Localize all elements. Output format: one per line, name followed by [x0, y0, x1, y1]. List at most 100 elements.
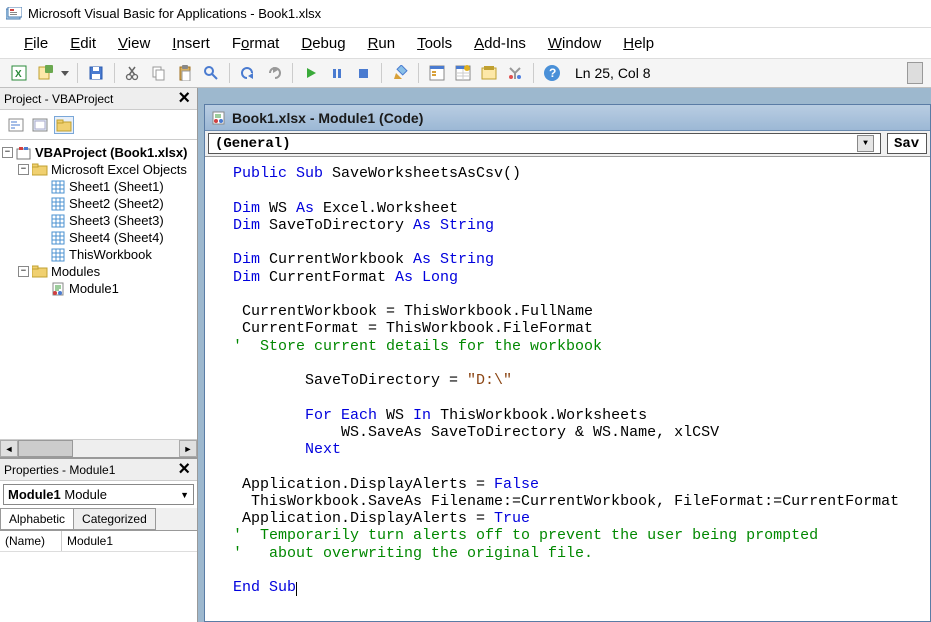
expander-icon[interactable]: −	[2, 147, 13, 158]
break-icon[interactable]	[326, 62, 348, 84]
reset-icon[interactable]	[352, 62, 374, 84]
main-toolbar: X ? Ln 25, Col 8	[0, 58, 931, 88]
design-mode-icon[interactable]	[389, 62, 411, 84]
workbook-icon	[50, 248, 66, 262]
workspace: Project - VBAProject × − VBAProject (Boo…	[0, 88, 931, 622]
menu-help[interactable]: Help	[613, 31, 664, 56]
tree-root[interactable]: − VBAProject (Book1.xlsx)	[0, 144, 197, 161]
view-object-icon[interactable]	[30, 116, 50, 134]
excel-icon[interactable]: X	[8, 62, 30, 84]
dropdown-arrow-icon[interactable]	[60, 62, 70, 84]
property-value[interactable]: Module1	[62, 531, 118, 551]
view-code-icon[interactable]	[6, 116, 26, 134]
scroll-thumb[interactable]	[18, 440, 73, 457]
properties-panel: Properties - Module1 × Module1 Module ▼ …	[0, 457, 197, 622]
properties-window-icon[interactable]	[452, 62, 474, 84]
project-panel-header: Project - VBAProject ×	[0, 88, 197, 110]
menu-format[interactable]: Format	[222, 31, 290, 56]
dropdown-arrow-icon[interactable]: ▼	[180, 490, 189, 500]
close-properties-panel-icon[interactable]: ×	[175, 458, 193, 481]
tree-sheet-label: Sheet3 (Sheet3)	[69, 213, 164, 228]
run-icon[interactable]	[300, 62, 322, 84]
code-editor[interactable]: Public Sub SaveWorksheetsAsCsv() Dim WS …	[205, 157, 930, 621]
sheet-icon	[50, 180, 66, 194]
project-hscrollbar[interactable]: ◄ ►	[0, 439, 197, 457]
insert-module-icon[interactable]	[34, 62, 56, 84]
tree-excel-objects[interactable]: − Microsoft Excel Objects	[0, 161, 197, 178]
properties-tabs: Alphabetic Categorized	[0, 508, 197, 530]
svg-text:X: X	[15, 69, 22, 80]
code-window-title: Book1.xlsx - Module1 (Code)	[232, 110, 423, 126]
tree-root-label: VBAProject (Book1.xlsx)	[35, 145, 187, 160]
tree-sheet-label: Sheet4 (Sheet4)	[69, 230, 164, 245]
window-title: Microsoft Visual Basic for Applications …	[28, 6, 321, 21]
tree-sheet[interactable]: Sheet2 (Sheet2)	[0, 195, 197, 212]
separator	[229, 63, 230, 83]
menu-insert[interactable]: Insert	[162, 31, 220, 56]
menu-file[interactable]: File	[14, 31, 58, 56]
code-window-titlebar[interactable]: Book1.xlsx - Module1 (Code)	[205, 105, 930, 131]
separator	[292, 63, 293, 83]
undo-icon[interactable]	[237, 62, 259, 84]
tree-sheet[interactable]: Sheet1 (Sheet1)	[0, 178, 197, 195]
properties-grid: (Name) Module1	[0, 530, 197, 622]
find-icon[interactable]	[200, 62, 222, 84]
tree-thisworkbook[interactable]: ThisWorkbook	[0, 246, 197, 263]
tree-module[interactable]: Module1	[0, 280, 197, 297]
project-panel-title: Project - VBAProject	[4, 92, 113, 106]
object-dropdown[interactable]: (General) ▼	[208, 133, 881, 154]
procedure-dropdown-value: Sav	[894, 136, 919, 152]
scroll-left-icon[interactable]: ◄	[0, 440, 18, 457]
project-toolbar	[0, 110, 197, 140]
tab-categorized[interactable]: Categorized	[73, 508, 156, 530]
property-row[interactable]: (Name) Module1	[0, 531, 197, 552]
module-icon	[50, 282, 66, 296]
toolbar-overflow[interactable]	[907, 62, 923, 84]
properties-panel-title: Properties - Module1	[4, 463, 115, 477]
save-icon[interactable]	[85, 62, 107, 84]
expander-icon[interactable]: −	[18, 164, 29, 175]
module-icon	[211, 111, 227, 125]
toggle-folders-icon[interactable]	[54, 116, 74, 134]
properties-object-name: Module1	[8, 487, 61, 502]
scroll-track[interactable]	[18, 440, 179, 457]
menu-edit[interactable]: Edit	[60, 31, 106, 56]
procedure-dropdown[interactable]: Sav	[887, 133, 927, 154]
properties-object-selector[interactable]: Module1 Module ▼	[0, 481, 197, 508]
tree-modules-folder[interactable]: − Modules	[0, 263, 197, 280]
vba-app-icon	[6, 7, 22, 21]
tab-alphabetic[interactable]: Alphabetic	[0, 508, 74, 530]
object-browser-icon[interactable]	[478, 62, 500, 84]
menu-debug[interactable]: Debug	[291, 31, 355, 56]
close-project-panel-icon[interactable]: ×	[175, 87, 193, 110]
help-icon[interactable]: ?	[541, 62, 563, 84]
tree-sheet[interactable]: Sheet4 (Sheet4)	[0, 229, 197, 246]
toolbox-icon[interactable]	[504, 62, 526, 84]
folder-icon	[32, 163, 48, 177]
dropdown-arrow-icon[interactable]: ▼	[857, 135, 874, 152]
paste-icon[interactable]	[174, 62, 196, 84]
cut-icon[interactable]	[122, 62, 144, 84]
project-tree: − VBAProject (Book1.xlsx) − Microsoft Ex…	[0, 140, 197, 439]
menu-addins[interactable]: Add-Ins	[464, 31, 536, 56]
window-titlebar: Microsoft Visual Basic for Applications …	[0, 0, 931, 28]
expander-icon[interactable]: −	[18, 266, 29, 277]
scroll-right-icon[interactable]: ►	[179, 440, 197, 457]
project-explorer-icon[interactable]	[426, 62, 448, 84]
code-window: Book1.xlsx - Module1 (Code) (General) ▼ …	[204, 104, 931, 622]
menubar: File Edit View Insert Format Debug Run T…	[0, 28, 931, 58]
tree-sheet[interactable]: Sheet3 (Sheet3)	[0, 212, 197, 229]
menu-view[interactable]: View	[108, 31, 160, 56]
separator	[418, 63, 419, 83]
menu-tools[interactable]: Tools	[407, 31, 462, 56]
properties-object-type: Module	[64, 487, 107, 502]
tree-module-label: Module1	[69, 281, 119, 296]
tree-excel-objects-label: Microsoft Excel Objects	[51, 162, 187, 177]
copy-icon[interactable]	[148, 62, 170, 84]
redo-icon[interactable]	[263, 62, 285, 84]
sheet-icon	[50, 197, 66, 211]
menu-window[interactable]: Window	[538, 31, 611, 56]
project-icon	[16, 146, 32, 160]
folder-icon	[32, 265, 48, 279]
menu-run[interactable]: Run	[358, 31, 406, 56]
